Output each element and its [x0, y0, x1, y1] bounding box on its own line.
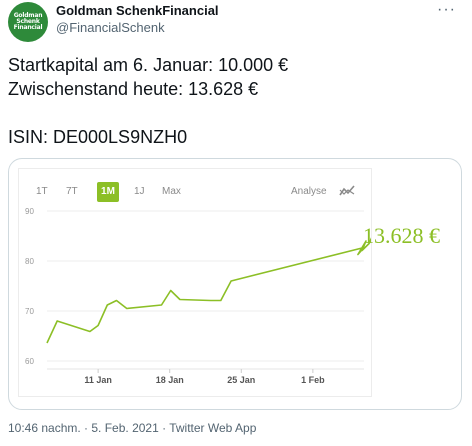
y-tick-80: 80 [25, 257, 34, 266]
chart-panel: 1T 7T 1M 1J Max Analyse 60 70 80 90 11 Jan 18… [18, 168, 372, 397]
y-tick-90: 90 [25, 207, 34, 216]
x-tick-25: 25 Jan [227, 375, 255, 385]
x-tick-18: 18 Jan [156, 375, 184, 385]
author-handle[interactable]: @FinancialSchenk [56, 20, 165, 35]
last-value-label: 13.628 € [363, 223, 440, 248]
y-tick-60: 60 [25, 357, 34, 366]
avatar-line-3: Financial [13, 24, 43, 31]
series-line-0 [46, 237, 371, 344]
chart-card[interactable]: 1T 7T 1M 1J Max Analyse 60 70 80 90 11 Jan 18… [8, 158, 462, 410]
price-chart: 60 70 80 90 11 Jan 18 Jan 25 Jan 1 Feb [25, 207, 371, 385]
author-name[interactable]: Goldman SchenkFinancial [56, 3, 219, 18]
tweet-line-startkapital: Startkapital am 6. Januar: 10.000 € [8, 55, 289, 75]
more-icon[interactable]: ··· [437, 2, 456, 18]
tweet-line-zwischenstand: Zwischenstand heute: 13.628 € [8, 79, 259, 99]
tweet-timestamp[interactable]: 10:46 nachm. · 5. Feb. 2021 · Twitter We… [8, 421, 256, 435]
x-tick-11: 11 Jan [84, 375, 112, 385]
y-tick-70: 70 [25, 307, 34, 316]
tweet: Goldman Schenk Financial Goldman SchenkF… [0, 0, 472, 446]
tweet-line-isin: ISIN: DE000LS9NZH0 [8, 127, 188, 147]
avatar[interactable]: Goldman Schenk Financial [8, 2, 48, 42]
x-tick-32: 1 Feb [301, 375, 325, 385]
tweet-text: Startkapital am 6. Januar: 10.000 € Zwis… [8, 53, 464, 149]
